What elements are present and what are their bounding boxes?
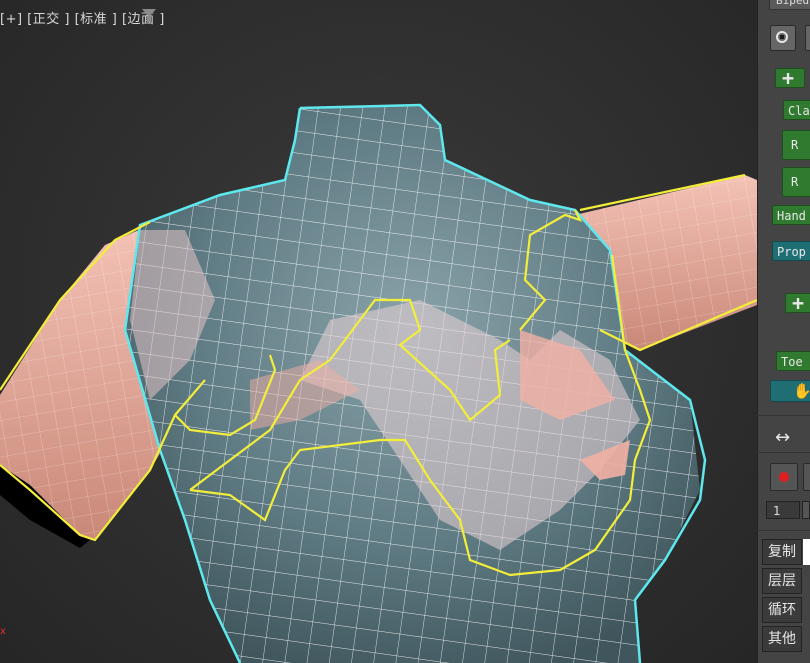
3d-viewport[interactable]: [+] [正交 ] [标准 ] [边面 ] x: [0, 0, 757, 663]
key-icon[interactable]: [803, 463, 810, 491]
add-button[interactable]: +: [775, 68, 805, 88]
other-button[interactable]: 其他: [762, 626, 802, 652]
torso: [125, 105, 700, 663]
cycle-button[interactable]: 循环: [762, 597, 802, 623]
record-icon[interactable]: [770, 463, 798, 491]
symmetry-icon[interactable]: ↔: [775, 427, 790, 448]
layers-button[interactable]: 层层: [762, 568, 802, 594]
footstep-mode-icon[interactable]: [805, 25, 810, 51]
mesh-model[interactable]: [0, 0, 757, 663]
r-button-1[interactable]: R: [782, 130, 810, 160]
white-strip: [803, 539, 810, 565]
hand-button[interactable]: Hand: [772, 205, 810, 225]
copy-button[interactable]: 复制: [762, 539, 802, 565]
viewport-label[interactable]: [+] [正交 ] [标准 ] [边面 ]: [0, 8, 165, 27]
frame-spinner[interactable]: [802, 501, 810, 519]
axis-x-label: x: [0, 626, 6, 637]
toe-button[interactable]: Toe: [776, 351, 810, 371]
figure-mode-icon[interactable]: [770, 25, 796, 51]
clavicle-button[interactable]: Cla: [783, 100, 810, 120]
frame-field[interactable]: 1: [766, 501, 800, 519]
filter-icon[interactable]: [142, 9, 156, 22]
hand-cursor-icon: ✋: [793, 382, 810, 400]
r-button-2[interactable]: R: [782, 167, 810, 197]
prop-button[interactable]: Prop: [772, 241, 810, 261]
add-button-2[interactable]: +: [785, 293, 810, 313]
selected-button[interactable]: ✋: [770, 380, 810, 402]
panel-title[interactable]: Biped: [769, 0, 810, 10]
